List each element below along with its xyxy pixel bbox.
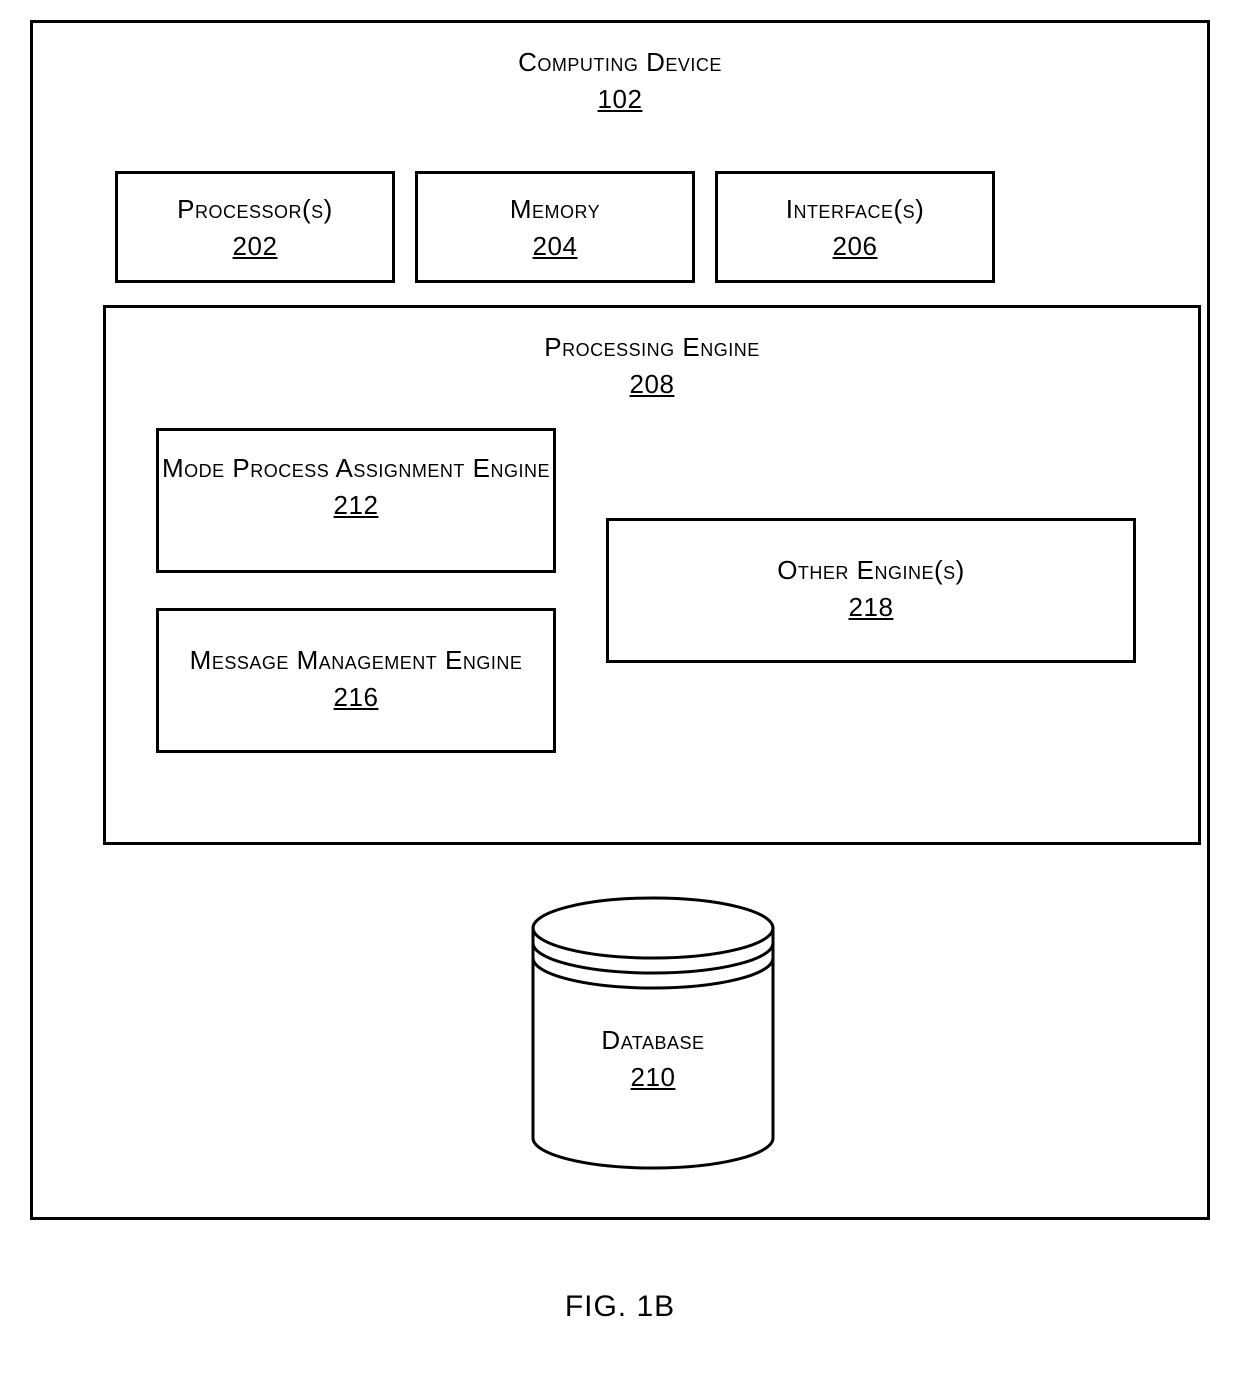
memory-ref: 204: [533, 231, 578, 262]
interface-label: Interface(s) 206: [718, 192, 992, 262]
memory-title: Memory: [418, 192, 692, 227]
message-engine-ref: 216: [334, 682, 379, 713]
processor-label: Processor(s) 202: [118, 192, 392, 262]
other-engines-label: Other Engine(s) 218: [609, 553, 1133, 623]
message-engine-title: Message Management Engine: [159, 643, 553, 678]
database-title: Database: [523, 1023, 783, 1058]
interface-title: Interface(s): [718, 192, 992, 227]
processor-box: Processor(s) 202: [115, 171, 395, 283]
computing-device-ref: 102: [598, 84, 643, 115]
computing-device-box: Computing Device 102 Processor(s) 202 Me…: [30, 20, 1210, 1220]
diagram-canvas: Computing Device 102 Processor(s) 202 Me…: [0, 0, 1240, 1376]
figure-caption: FIG. 1B: [0, 1290, 1240, 1324]
processing-engine-title: Processing Engine: [106, 330, 1198, 365]
mode-engine-title: Mode Process Assignment Engine: [159, 451, 553, 486]
computing-device-label: Computing Device 102: [33, 45, 1207, 115]
processing-engine-box: Processing Engine 208 Mode Process Assig…: [103, 305, 1201, 845]
processing-engine-label: Processing Engine 208: [106, 330, 1198, 400]
other-engines-ref: 218: [849, 592, 894, 623]
memory-label: Memory 204: [418, 192, 692, 262]
other-engines-title: Other Engine(s): [609, 553, 1133, 588]
interface-ref: 206: [833, 231, 878, 262]
processor-ref: 202: [233, 231, 278, 262]
mode-engine-ref: 212: [334, 490, 379, 521]
other-engines-box: Other Engine(s) 218: [606, 518, 1136, 663]
message-engine-label: Message Management Engine 216: [159, 643, 553, 713]
processor-title: Processor(s): [118, 192, 392, 227]
mode-engine-label: Mode Process Assignment Engine 212: [159, 451, 553, 521]
message-engine-box: Message Management Engine 216: [156, 608, 556, 753]
mode-engine-box: Mode Process Assignment Engine 212: [156, 428, 556, 573]
database-label: Database 210: [523, 1023, 783, 1093]
computing-device-title: Computing Device: [33, 45, 1207, 80]
interface-box: Interface(s) 206: [715, 171, 995, 283]
processing-engine-ref: 208: [630, 369, 675, 400]
database-cylinder: Database 210: [523, 893, 783, 1173]
memory-box: Memory 204: [415, 171, 695, 283]
database-ref: 210: [631, 1062, 676, 1093]
